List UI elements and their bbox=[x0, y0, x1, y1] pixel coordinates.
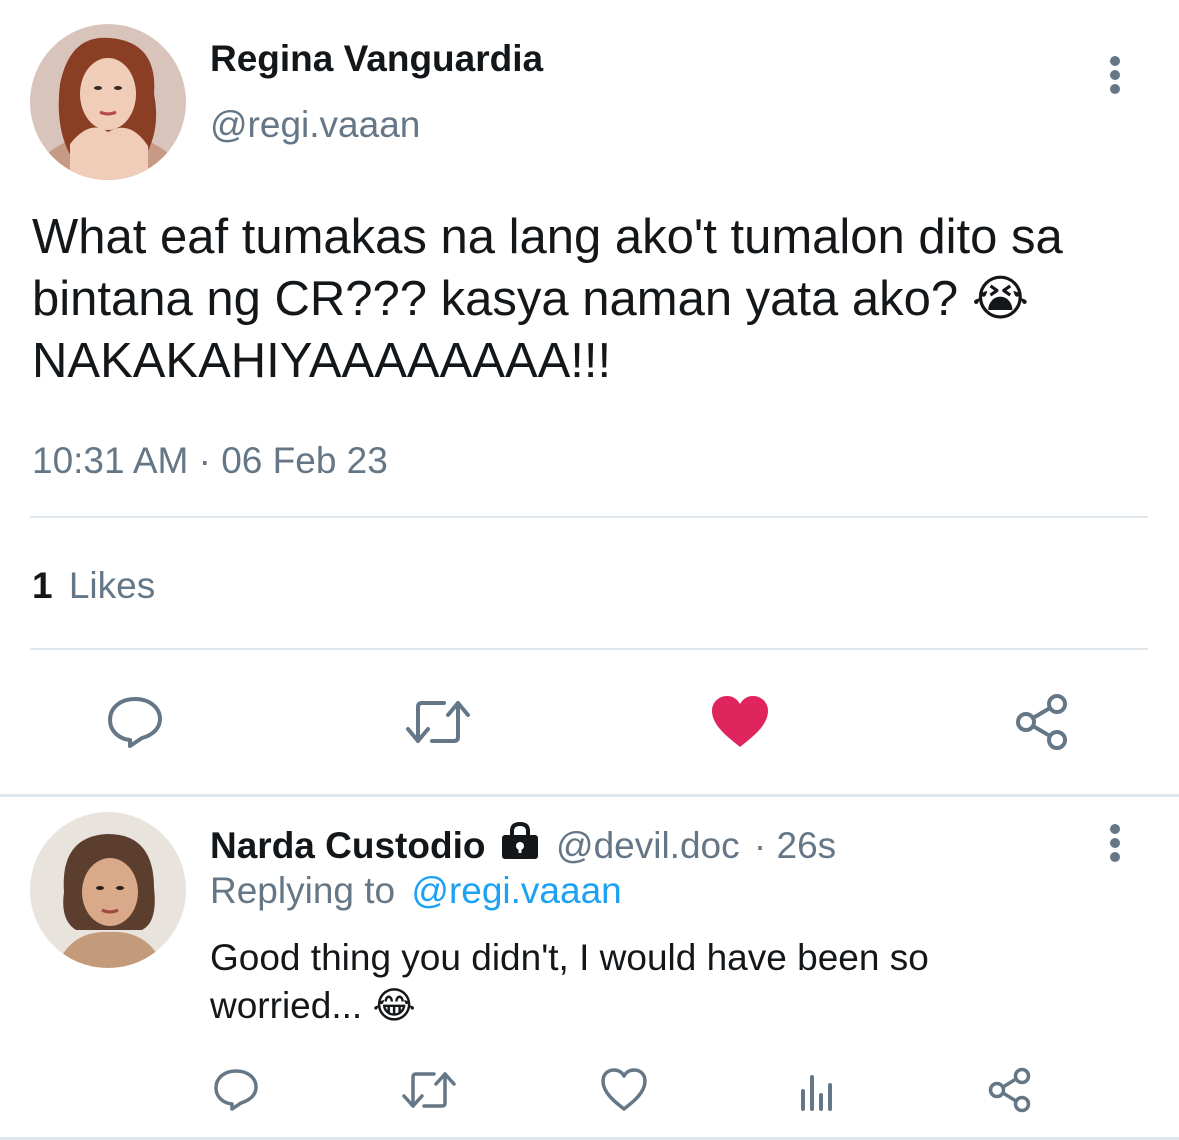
like-button[interactable] bbox=[704, 690, 776, 754]
replying-to-handle[interactable]: @regi.vaaan bbox=[411, 870, 621, 911]
reply-share-button[interactable] bbox=[984, 1064, 1038, 1116]
main-tweet-timestamp[interactable]: 10:31 AM · 06 Feb 23 bbox=[32, 440, 388, 482]
reply-time: · 26s bbox=[753, 825, 837, 866]
reply-like-button[interactable] bbox=[596, 1064, 652, 1116]
reply-text-line-2: worried... bbox=[210, 985, 363, 1026]
reply-analytics-button[interactable] bbox=[792, 1064, 842, 1116]
retweet-icon bbox=[406, 701, 470, 743]
main-tweet-line-2: bintana ng CR??? kasya naman yata ako? bbox=[32, 272, 959, 326]
more-options-icon[interactable] bbox=[1095, 52, 1135, 98]
heart-outline-icon bbox=[601, 1068, 647, 1111]
main-author-name[interactable]: Regina Vanguardia bbox=[210, 38, 543, 80]
analytics-icon bbox=[801, 1075, 832, 1111]
heart-filled-icon bbox=[712, 696, 768, 747]
divider bbox=[0, 794, 1179, 797]
crying-face-emoji: 😭 bbox=[971, 272, 1030, 326]
reply-icon bbox=[108, 697, 162, 748]
share-icon bbox=[1016, 694, 1067, 750]
divider bbox=[30, 648, 1148, 650]
main-author-avatar[interactable] bbox=[30, 24, 186, 180]
likes-count: 1 bbox=[32, 565, 53, 606]
reply-text-line-1: Good thing you didn't, I would have been… bbox=[210, 937, 929, 978]
replying-to: Replying to @regi.vaaan bbox=[210, 870, 622, 912]
reply-more-options-icon[interactable] bbox=[1095, 820, 1135, 866]
reply-text: Good thing you didn't, I would have been… bbox=[210, 934, 929, 1030]
reply-retweet-button[interactable] bbox=[398, 1064, 460, 1116]
reply-header: Narda Custodio @devil.doc · 26s bbox=[210, 821, 837, 869]
share-icon bbox=[988, 1067, 1031, 1113]
reply-button[interactable] bbox=[100, 690, 170, 754]
replying-to-prefix: Replying to bbox=[210, 870, 396, 911]
lock-icon bbox=[500, 821, 540, 869]
divider bbox=[30, 516, 1148, 518]
likes-stat[interactable]: 1 Likes bbox=[32, 565, 155, 607]
reply-reply-button[interactable] bbox=[208, 1064, 264, 1116]
main-tweet-text: What eaf tumakas na lang ako't tumalon d… bbox=[32, 206, 1063, 392]
main-tweet-line-1: What eaf tumakas na lang ako't tumalon d… bbox=[32, 210, 1063, 264]
retweet-icon bbox=[402, 1072, 456, 1108]
main-tweet-line-3: NAKAKAHIYAAAAAAAA!!! bbox=[32, 334, 612, 388]
likes-label: Likes bbox=[68, 565, 156, 606]
reply-author-handle[interactable]: @devil.doc bbox=[556, 825, 740, 866]
reply-author-avatar[interactable] bbox=[30, 812, 186, 968]
reply-icon bbox=[214, 1069, 258, 1111]
retweet-button[interactable] bbox=[400, 690, 476, 754]
laughing-face-emoji: 😂 bbox=[372, 985, 416, 1026]
reply-author-name[interactable]: Narda Custodio bbox=[210, 825, 485, 866]
share-button[interactable] bbox=[1010, 690, 1076, 754]
main-author-handle[interactable]: @regi.vaaan bbox=[210, 104, 420, 146]
